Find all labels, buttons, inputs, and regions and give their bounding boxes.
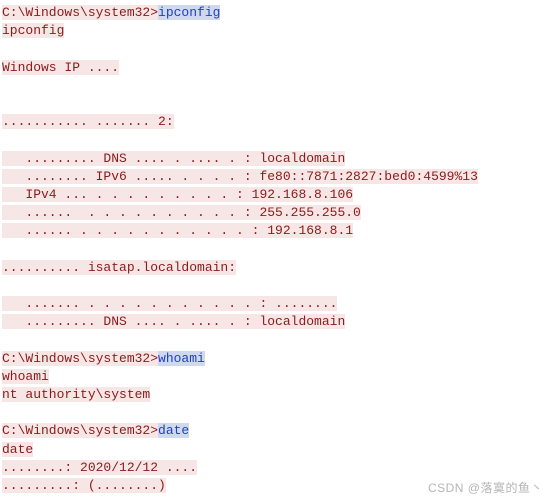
output-line: ...... . . . . . . . . . . : 255.255.255… bbox=[2, 204, 547, 222]
command-line: C:\Windows\system32>whoami bbox=[2, 350, 547, 368]
terminal-output: C:\Windows\system32>ipconfigipconfig Win… bbox=[0, 0, 549, 499]
output-line: .......... isatap.localdomain: bbox=[2, 259, 547, 277]
blank-line bbox=[2, 277, 547, 295]
blank-line bbox=[2, 331, 547, 349]
blank-line bbox=[2, 404, 547, 422]
echo-line: whoami bbox=[2, 368, 547, 386]
blank-line bbox=[2, 131, 547, 149]
command-text: whoami bbox=[158, 351, 205, 366]
blank-line bbox=[2, 240, 547, 258]
output-line: nt authority\system bbox=[2, 386, 547, 404]
output-line: ......... DNS .... . .... . : localdomai… bbox=[2, 313, 547, 331]
output-line: ....... . . . . . . . . . . . : ........ bbox=[2, 295, 547, 313]
prompt-text: C:\Windows\system32> bbox=[2, 423, 158, 438]
output-line: IPv4 ... . . . . . . . . . : 192.168.8.1… bbox=[2, 186, 547, 204]
prompt-text: C:\Windows\system32> bbox=[2, 5, 158, 20]
output-line: ......... DNS .... . .... . : localdomai… bbox=[2, 150, 547, 168]
blank-line bbox=[2, 95, 547, 113]
output-line: ...... . . . . . . . . . . . : 192.168.8… bbox=[2, 222, 547, 240]
watermark-text: CSDN @落寞的鱼丶 bbox=[428, 480, 543, 497]
output-line: ........... ....... 2: bbox=[2, 113, 547, 131]
echo-line: date bbox=[2, 441, 547, 459]
command-text: ipconfig bbox=[158, 5, 220, 20]
output-line: ........ IPv6 ..... . . . . : fe80::7871… bbox=[2, 168, 547, 186]
blank-line bbox=[2, 40, 547, 58]
echo-line: ipconfig bbox=[2, 22, 547, 40]
prompt-text: C:\Windows\system32> bbox=[2, 351, 158, 366]
command-text: date bbox=[158, 423, 189, 438]
output-line: Windows IP .... bbox=[2, 59, 547, 77]
output-line: ........: 2020/12/12 .... bbox=[2, 459, 547, 477]
command-line: C:\Windows\system32>date bbox=[2, 422, 547, 440]
command-line: C:\Windows\system32>ipconfig bbox=[2, 4, 547, 22]
blank-line bbox=[2, 77, 547, 95]
